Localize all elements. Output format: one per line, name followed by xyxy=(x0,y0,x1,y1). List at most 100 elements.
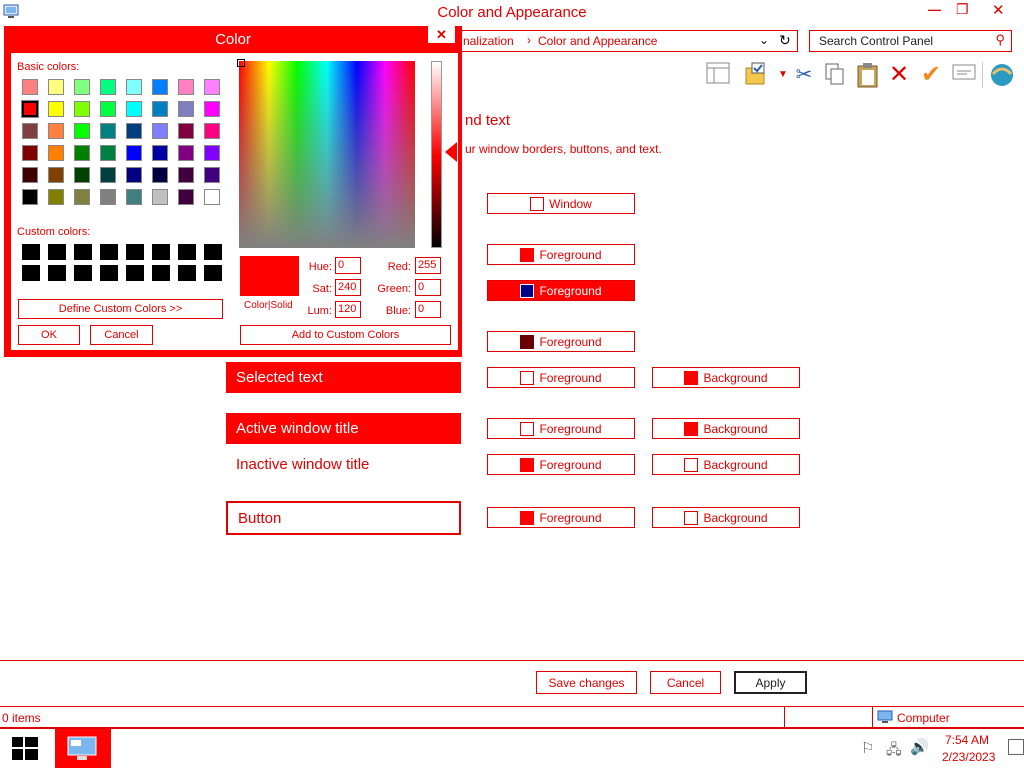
basic-color-swatch[interactable] xyxy=(21,100,39,118)
basic-color-swatch[interactable] xyxy=(126,79,142,95)
refresh-icon[interactable]: ↻ xyxy=(779,32,791,49)
button-sample[interactable]: Button xyxy=(226,501,461,535)
basic-color-swatch[interactable] xyxy=(178,167,194,183)
basic-color-swatch[interactable] xyxy=(100,189,116,205)
properties-icon[interactable] xyxy=(951,62,977,88)
basic-color-swatch[interactable] xyxy=(152,79,168,95)
basic-color-swatch[interactable] xyxy=(48,79,64,95)
basic-color-swatch[interactable] xyxy=(204,189,220,205)
red-field[interactable]: 255 xyxy=(415,257,441,274)
sat-field[interactable]: 240 xyxy=(335,279,361,296)
taskbar-app-control-panel[interactable] xyxy=(55,729,111,768)
button-background-button[interactable]: Background xyxy=(652,507,800,528)
basic-color-swatch[interactable] xyxy=(126,101,142,117)
button-foreground-button[interactable]: Foreground xyxy=(487,507,635,528)
custom-color-swatch[interactable] xyxy=(178,244,196,260)
basic-color-swatch[interactable] xyxy=(126,167,142,183)
selected-background-button[interactable]: Background xyxy=(652,367,800,388)
green-field[interactable]: 0 xyxy=(415,279,441,296)
selected-foreground-button[interactable]: Foreground xyxy=(487,367,635,388)
basic-color-swatch[interactable] xyxy=(126,189,142,205)
luminance-arrow-icon[interactable] xyxy=(445,142,457,162)
start-button[interactable] xyxy=(12,737,38,766)
custom-color-swatch[interactable] xyxy=(126,244,144,260)
search-icon[interactable]: ⚲ xyxy=(995,32,1005,48)
custom-color-swatch[interactable] xyxy=(204,265,222,281)
active-background-button[interactable]: Background xyxy=(652,418,800,439)
close-button[interactable]: ✕ xyxy=(992,1,1005,19)
basic-color-swatch[interactable] xyxy=(100,79,116,95)
hue-field[interactable]: 0 xyxy=(335,257,361,274)
inactive-background-button[interactable]: Background xyxy=(652,454,800,475)
basic-color-swatch[interactable] xyxy=(22,145,38,161)
basic-color-swatch[interactable] xyxy=(74,167,90,183)
basic-color-swatch[interactable] xyxy=(152,123,168,139)
active-title-sample[interactable]: Active window title xyxy=(226,413,461,444)
basic-color-swatch[interactable] xyxy=(48,189,64,205)
basic-color-swatch[interactable] xyxy=(100,145,116,161)
apply-button[interactable]: Apply xyxy=(734,671,807,694)
paste-icon[interactable] xyxy=(855,62,881,88)
layout-icon[interactable] xyxy=(705,62,731,88)
basic-color-swatch[interactable] xyxy=(100,123,116,139)
cancel-button[interactable]: Cancel xyxy=(650,671,721,694)
breadcrumb-segment-personalization[interactable]: nalization xyxy=(463,34,514,48)
active-foreground-button[interactable]: Foreground xyxy=(487,418,635,439)
basic-color-swatch[interactable] xyxy=(204,123,220,139)
basic-color-swatch[interactable] xyxy=(178,123,194,139)
checkmark-icon[interactable]: ✔ xyxy=(918,62,944,88)
custom-color-swatch[interactable] xyxy=(22,244,40,260)
folder-options-icon[interactable] xyxy=(743,62,769,88)
basic-color-swatch[interactable] xyxy=(152,145,168,161)
custom-color-swatch[interactable] xyxy=(178,265,196,281)
network-icon[interactable]: 🖧 xyxy=(886,739,902,763)
custom-color-swatch[interactable] xyxy=(48,244,66,260)
basic-color-swatch[interactable] xyxy=(22,123,38,139)
basic-color-swatch[interactable] xyxy=(178,189,194,205)
chevron-down-icon[interactable]: ⌄ xyxy=(759,33,769,47)
flag-icon[interactable]: ⚐ xyxy=(861,739,874,757)
copy-icon[interactable] xyxy=(822,62,848,88)
basic-color-swatch[interactable] xyxy=(48,101,64,117)
show-desktop-button[interactable] xyxy=(1008,739,1024,755)
add-to-custom-colors-button[interactable]: Add to Custom Colors xyxy=(240,325,451,345)
lum-field[interactable]: 120 xyxy=(335,301,361,318)
custom-color-swatch[interactable] xyxy=(100,244,118,260)
define-custom-colors-button[interactable]: Define Custom Colors >> xyxy=(18,299,223,319)
globe-icon[interactable] xyxy=(989,62,1015,88)
basic-color-swatch[interactable] xyxy=(22,79,38,95)
color-spectrum[interactable] xyxy=(237,59,415,248)
basic-color-swatch[interactable] xyxy=(22,189,38,205)
volume-icon[interactable]: 🔊 xyxy=(910,738,929,756)
row2-foreground-button[interactable]: Foreground xyxy=(487,280,635,301)
window-color-button[interactable]: Window xyxy=(487,193,635,214)
basic-color-swatch[interactable] xyxy=(48,167,64,183)
basic-color-swatch[interactable] xyxy=(204,145,220,161)
basic-color-swatch[interactable] xyxy=(152,101,168,117)
basic-color-swatch[interactable] xyxy=(74,101,90,117)
inactive-title-sample[interactable]: Inactive window title xyxy=(226,449,461,480)
custom-color-swatch[interactable] xyxy=(204,244,222,260)
clock-date[interactable]: 2/23/2023 xyxy=(942,750,995,764)
basic-color-swatch[interactable] xyxy=(74,123,90,139)
dialog-cancel-button[interactable]: Cancel xyxy=(90,325,153,345)
basic-color-swatch[interactable] xyxy=(74,145,90,161)
custom-color-swatch[interactable] xyxy=(152,265,170,281)
basic-color-swatch[interactable] xyxy=(152,167,168,183)
custom-color-swatch[interactable] xyxy=(22,265,40,281)
search-input[interactable]: Search Control Panel ⚲ xyxy=(809,30,1012,52)
custom-color-swatch[interactable] xyxy=(126,265,144,281)
basic-color-swatch[interactable] xyxy=(204,79,220,95)
basic-color-swatch[interactable] xyxy=(48,123,64,139)
selected-text-sample[interactable]: Selected text xyxy=(226,362,461,393)
luminance-slider[interactable] xyxy=(431,61,442,248)
basic-color-swatch[interactable] xyxy=(100,167,116,183)
blue-field[interactable]: 0 xyxy=(415,301,441,318)
save-changes-button[interactable]: Save changes xyxy=(536,671,637,694)
basic-color-swatch[interactable] xyxy=(152,189,168,205)
clock-time[interactable]: 7:54 AM xyxy=(945,733,989,747)
basic-color-swatch[interactable] xyxy=(204,101,220,117)
custom-color-swatch[interactable] xyxy=(74,244,92,260)
basic-color-swatch[interactable] xyxy=(74,189,90,205)
basic-color-swatch[interactable] xyxy=(204,167,220,183)
